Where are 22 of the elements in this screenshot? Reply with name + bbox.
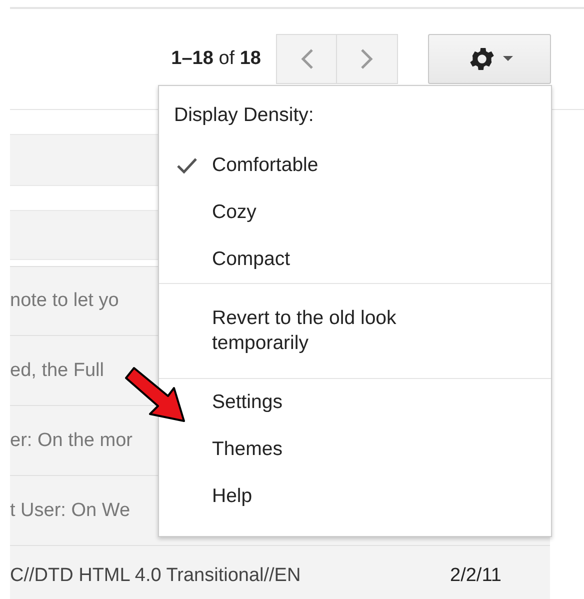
settings-menu-button[interactable]: [428, 34, 551, 84]
pager-count: 1–18 of 18: [171, 48, 261, 70]
message-snippet: t User: On We: [10, 500, 130, 522]
message-date: 2/2/11: [450, 564, 502, 586]
menu-item[interactable]: Compact: [212, 248, 290, 271]
menu-item[interactable]: Revert to the old look temporarily: [212, 306, 452, 356]
message-snippet: er: On the mor: [10, 430, 132, 452]
menu-item[interactable]: Settings: [212, 391, 282, 414]
chevron-left-icon: [300, 48, 314, 70]
menu-item[interactable]: Themes: [212, 438, 282, 461]
next-page-button[interactable]: [337, 34, 398, 84]
menu-item[interactable]: Help: [212, 485, 252, 508]
caret-icon: [502, 56, 512, 62]
message-snippet: ed, the Full: [10, 360, 104, 382]
menu-heading: Display Density:: [173, 104, 315, 128]
previous-page-button[interactable]: [276, 34, 337, 84]
message-row[interactable]: C//DTD HTML 4.0 Transitional//EN 2/2/11: [10, 546, 550, 599]
chevron-right-icon: [360, 48, 374, 70]
menu-item[interactable]: Comfortable: [212, 154, 318, 177]
menu-item[interactable]: Cozy: [212, 201, 256, 224]
message-snippet: C//DTD HTML 4.0 Transitional//EN: [10, 564, 302, 586]
message-snippet: note to let yo: [10, 290, 119, 312]
